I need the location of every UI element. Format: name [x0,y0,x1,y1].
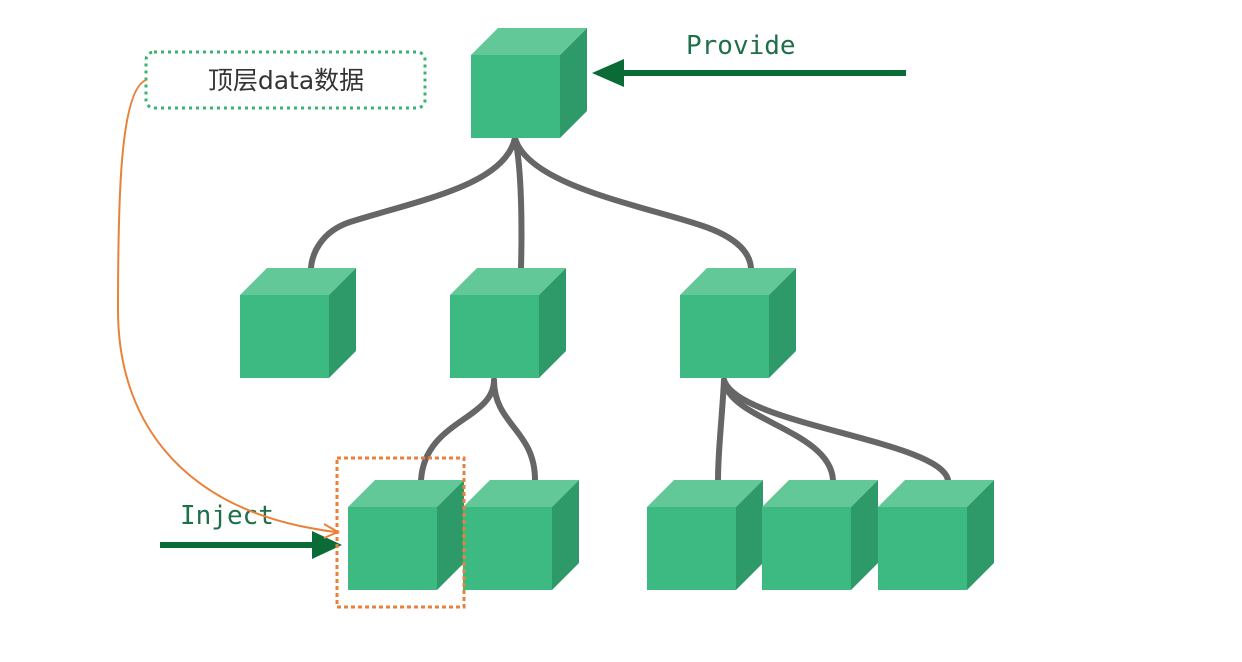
connector-root-to-middle [512,135,525,271]
cube-front-face [450,295,539,378]
connector-root-to-left [308,135,518,271]
inject-label: Inject [180,501,274,531]
cube-front-face [471,55,560,138]
tree-connectors [308,135,951,483]
grandchild-3-cube [647,480,763,590]
grandchild-5-cube [878,480,994,590]
cube-front-face [878,507,967,590]
connector-root-to-right [512,135,754,271]
connector-right-to-gc5 [721,377,951,483]
connector-middle-to-gc2 [491,377,538,483]
child-middle-cube [450,268,566,378]
top-component-cube [471,28,587,138]
cube-front-face [680,295,769,378]
cube-front-face [240,295,329,378]
component-cubes [240,28,994,590]
cube-front-face [463,507,552,590]
child-right-cube [680,268,796,378]
cube-front-face [348,507,437,590]
grandchild-2-cube [463,480,579,590]
connector-middle-to-gc1 [418,377,497,483]
connector-right-to-gc3 [715,377,727,483]
child-left-cube [240,268,356,378]
grandchild-1-cube [348,480,464,590]
cube-front-face [762,507,851,590]
grandchild-4-cube [762,480,878,590]
provide-arrow [592,59,906,87]
callout-text: 顶层data数据 [208,66,364,95]
provide-inject-diagram: Provide Inject 顶层data数据 [116,28,994,609]
cube-front-face [647,507,736,590]
provide-arrowhead [592,59,624,87]
provide-label: Provide [686,31,796,61]
inject-arrow [160,531,342,559]
